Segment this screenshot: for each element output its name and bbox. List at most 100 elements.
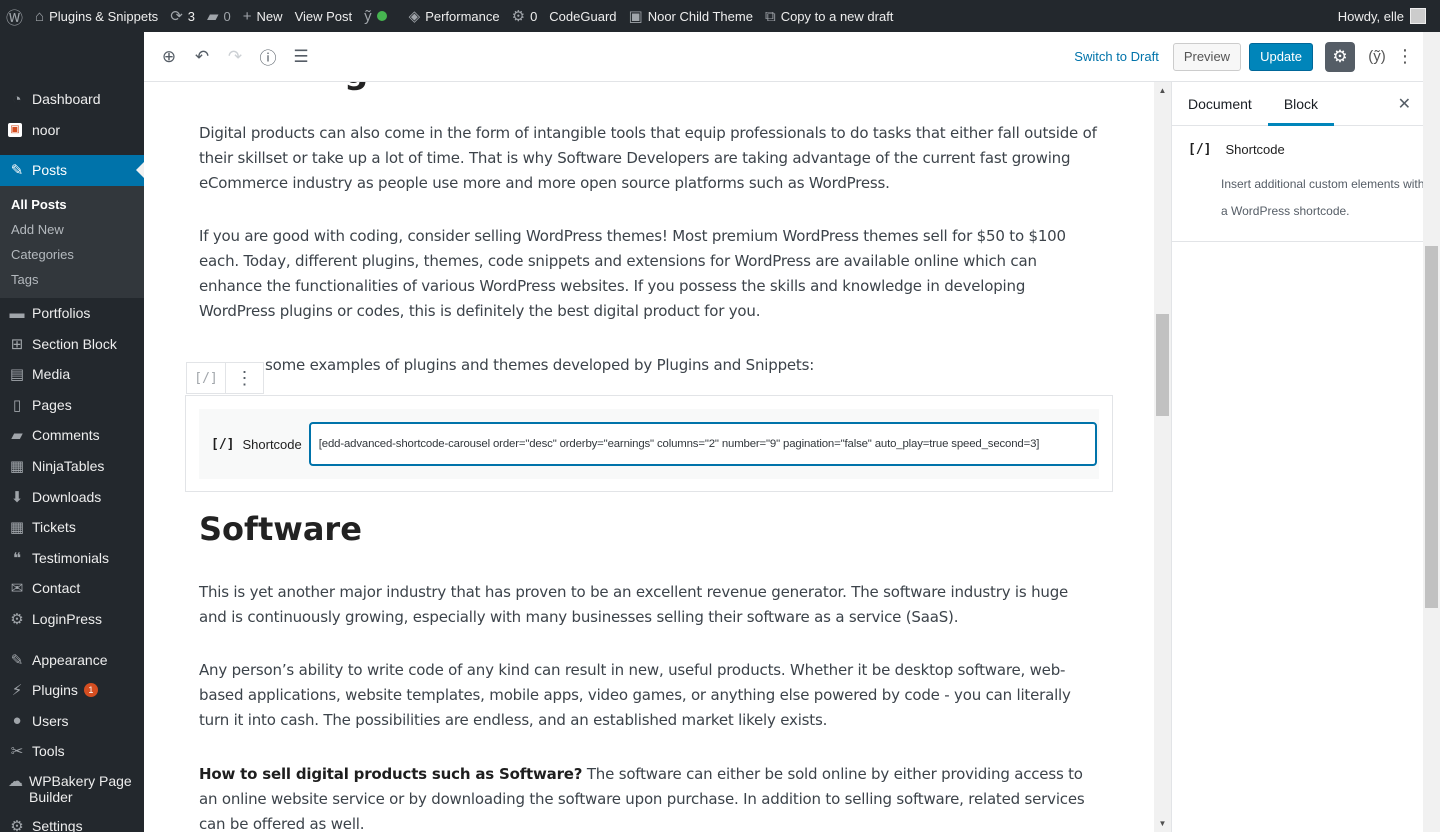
paragraph-block[interactable]: How to sell digital products such as Sof… [199,762,1099,832]
yoast-icon[interactable]: (ỹ) [1363,43,1391,71]
menu-item-portfolios[interactable]: ▬ Portfolios [0,298,144,329]
wrench-icon: ✂ [10,743,24,761]
menu-item-label: noor [32,121,61,138]
menu-item-comments[interactable]: ▰ Comments [0,420,144,451]
comments-link[interactable]: ▰ 0 [201,0,237,32]
pin-icon: ✎ [10,162,24,180]
shortcode-block-inner: [/] Shortcode [edd-advanced-shortcode-ca… [199,409,1099,479]
view-post-link[interactable]: View Post [289,0,359,32]
menu-item-posts[interactable]: ✎ Posts [0,155,144,186]
codeguard-link[interactable]: CodeGuard [543,0,622,32]
heading-software[interactable]: Software [199,510,362,548]
menu-item-label: Tools [32,743,65,760]
theme-icon: ▣ [628,8,643,25]
menu-item-label: Settings [32,817,83,832]
tickets-icon: ▦ [9,519,25,537]
menu-item-noor[interactable]: ▣ noor [0,115,144,146]
posts-submenu: All Posts Add New Categories Tags [0,185,144,298]
copy-draft-link[interactable]: ⧉ Copy to a new draft [759,0,899,32]
content-scroll-thumb[interactable] [1156,314,1169,416]
paragraph-block[interactable]: Digital products can also come in the fo… [199,121,1099,196]
add-block-icon[interactable]: ⊕ [153,41,185,73]
update-button[interactable]: Update [1249,42,1313,71]
content-scrollbar[interactable]: ▲ ▼ [1154,82,1171,832]
window-scrollbar[interactable] [1423,32,1440,832]
menu-item-contact[interactable]: ✉ Contact [0,573,144,604]
submenu-all-posts[interactable]: All Posts [0,192,144,217]
shortcode-input[interactable]: [edd-advanced-shortcode-carousel order="… [308,422,1097,466]
copy-icon: ⧉ [764,7,776,25]
yoast-icon: ỹ [364,7,372,25]
menu-item-dashboard[interactable]: ◔ Dashboard [0,84,144,115]
menu-item-label: NinjaTables [32,458,105,475]
plugin-icon: ⚡ [11,682,23,700]
new-content-link[interactable]: + New [237,0,289,32]
menu-item-label: Plugins [32,682,78,699]
menu-item-label: Section Block [32,335,117,352]
media-icon: ▤ [9,366,25,384]
plus-icon: + [242,7,252,25]
menu-item-media[interactable]: ▤ Media [0,359,144,390]
table-icon: ▦ [9,458,25,476]
tab-block[interactable]: Block [1267,82,1335,126]
close-icon[interactable]: ✕ [1398,94,1411,114]
settings-gear-icon[interactable]: ⚙ [1325,41,1355,72]
info-icon[interactable]: ⓘ [252,41,284,73]
paragraph-block[interactable]: some examples of plugins and themes deve… [265,353,965,378]
block-more-options-icon[interactable]: ⋮ [225,363,263,393]
admin-bar: Ⓦ ⌂ Plugins & Snippets ⟳ 3 ▰ 0 + New View Po… [0,0,1440,32]
scroll-up-arrow-icon[interactable]: ▲ [1154,82,1171,99]
updates-link[interactable]: ⟳ 3 [164,0,201,32]
shortcode-block-type-icon[interactable]: [/] [187,363,225,393]
block-navigation-icon[interactable]: ☰ [285,41,317,73]
menu-item-label: Testimonials [32,549,110,566]
admin-menu: ◔ Dashboard ▣ noor ✎ Posts All Posts Add Ne… [0,32,144,832]
submenu-categories[interactable]: Categories [0,242,144,267]
redo-icon[interactable]: ↷ [219,41,251,73]
theme-link[interactable]: ▣ Noor Child Theme [623,0,759,32]
menu-item-users[interactable]: ● Users [0,706,144,737]
menu-item-testimonials[interactable]: ❝ Testimonials [0,543,144,574]
seo-status-dot [376,11,387,21]
menu-item-settings[interactable]: ⚙ Settings [0,811,144,832]
cache-link[interactable]: ⚙ 0 [506,0,544,32]
shortcode-block[interactable]: [/] Shortcode [edd-advanced-shortcode-ca… [185,395,1113,492]
menu-item-downloads[interactable]: ⬇ Downloads [0,481,144,512]
menu-item-label: Media [32,366,71,383]
menu-item-section-block[interactable]: ⊞ Section Block [0,328,144,359]
cache-icon: ⚙ [511,8,526,25]
undo-icon[interactable]: ↶ [186,41,218,73]
site-name-link[interactable]: ⌂ Plugins & Snippets [29,0,164,32]
paragraph-block[interactable]: Any person’s ability to write code of an… [199,658,1099,733]
window-scroll-thumb[interactable] [1425,246,1438,608]
comment-icon: ▰ [11,427,23,445]
performance-icon: ◈ [408,8,421,25]
tab-document[interactable]: Document [1172,82,1268,126]
menu-item-ninjatables[interactable]: ▦ NinjaTables [0,451,144,482]
settings-icon: ⚙ [10,817,24,832]
update-count-badge: 1 [83,683,98,698]
paragraph-block[interactable]: If you are good with coding, consider se… [199,224,1099,324]
more-options-icon[interactable]: ⋮ [1395,43,1415,71]
submenu-add-new[interactable]: Add New [0,217,144,242]
menu-item-wpbakery-page-builder[interactable]: ☁ WPBakery Page Builder [0,767,144,811]
wordpress-logo-icon[interactable]: Ⓦ [0,0,29,32]
scroll-down-arrow-icon[interactable]: ▼ [1154,815,1171,832]
performance-link[interactable]: ◈ Performance [403,0,506,32]
menu-item-label: Downloads [32,488,102,505]
menu-item-plugins[interactable]: ⚡ Plugins 1 [0,675,144,706]
home-icon: ⌂ [35,7,45,25]
menu-item-label: Tickets [32,519,76,536]
mail-icon: ✉ [10,580,24,598]
switch-to-draft-button[interactable]: Switch to Draft [1074,49,1159,64]
menu-item-pages[interactable]: ▯ Pages [0,390,144,421]
menu-item-tools[interactable]: ✂ Tools [0,736,144,767]
submenu-tags[interactable]: Tags [0,267,144,292]
paragraph-block[interactable]: This is yet another major industry that … [199,580,1099,630]
preview-button[interactable]: Preview [1172,42,1242,71]
menu-item-loginpress[interactable]: ⚙ LoginPress [0,604,144,635]
account-menu[interactable]: Howdy, elle [1332,0,1432,32]
menu-item-appearance[interactable]: ✎ Appearance [0,644,144,675]
yoast-menu[interactable]: ỹ [358,0,393,32]
menu-item-tickets[interactable]: ▦ Tickets [0,512,144,543]
